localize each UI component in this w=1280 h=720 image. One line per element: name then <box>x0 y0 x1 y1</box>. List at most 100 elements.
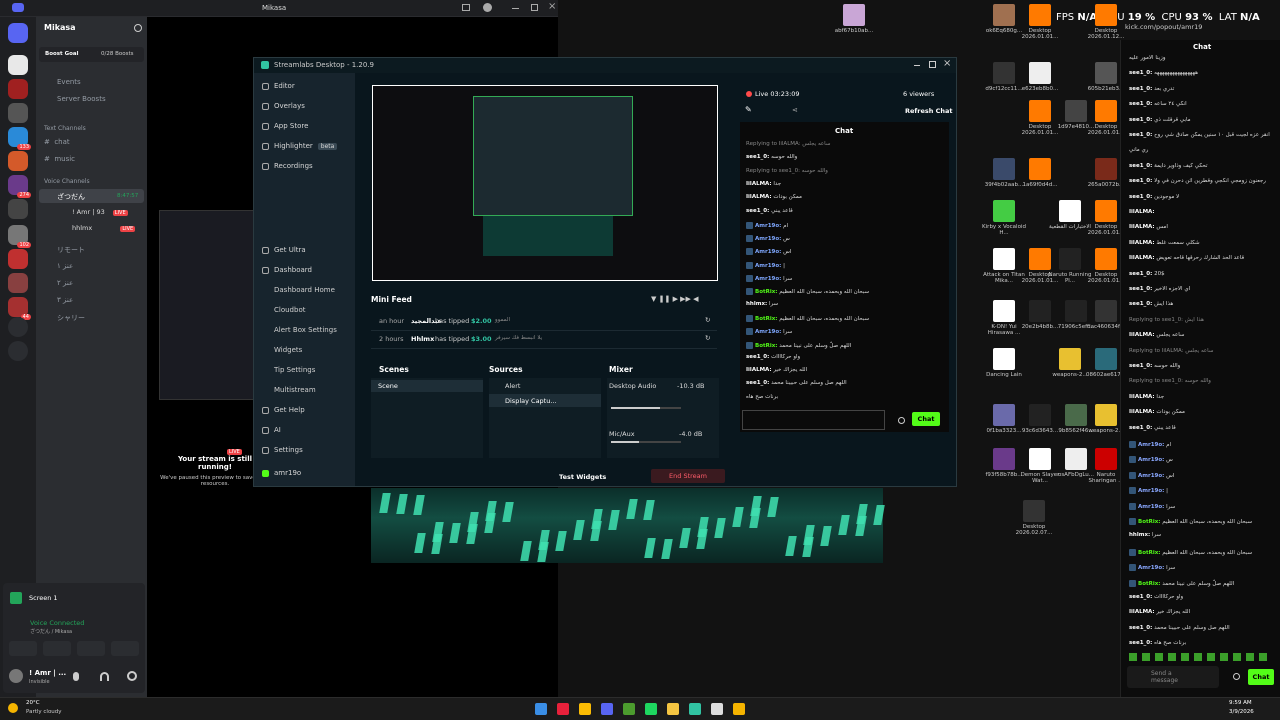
nav-dashboard[interactable]: Dashboard <box>262 266 312 274</box>
server-icon[interactable] <box>8 103 28 123</box>
voice-channel-active[interactable]: ざつだん 8:47:57 <box>39 189 144 203</box>
avatar[interactable] <box>9 669 23 683</box>
nav-tip-settings[interactable]: Tip Settings <box>274 366 315 374</box>
minimize-icon[interactable] <box>914 65 920 66</box>
discover-icon[interactable] <box>8 341 28 361</box>
text-channels-header[interactable]: Text Channels <box>44 125 86 132</box>
clock-time[interactable]: 9:59 AM <box>1229 700 1252 706</box>
server-icon[interactable]: 274 <box>8 175 31 198</box>
channel-chat[interactable]: # chat <box>44 138 70 146</box>
desktop-icon[interactable]: Desktop 2026.02.07... <box>1012 500 1056 537</box>
inbox-icon[interactable] <box>462 4 470 11</box>
nav-get-ultra[interactable]: Get Ultra <box>262 246 306 254</box>
mixer-slider[interactable] <box>611 407 681 409</box>
nav-widgets[interactable]: Widgets <box>274 346 302 354</box>
windows-icon[interactable] <box>535 703 547 715</box>
nav-multistream[interactable]: Multistream <box>274 386 316 394</box>
share-icon[interactable]: ⋖ <box>792 106 798 114</box>
voice-channel-3[interactable]: عنز ١ <box>44 262 73 270</box>
nav-recordings[interactable]: Recordings <box>262 162 313 170</box>
maximize-icon[interactable] <box>531 4 538 11</box>
weather-desc[interactable]: Partly cloudy <box>26 709 62 715</box>
minimize-icon[interactable] <box>512 8 519 9</box>
server-icon[interactable]: 44 <box>8 297 31 320</box>
capcut-icon[interactable] <box>711 703 723 715</box>
server-icon[interactable] <box>8 151 28 171</box>
source-item[interactable]: Display Captu... <box>489 394 601 407</box>
nav-settings[interactable]: Settings <box>262 446 303 454</box>
nav-dashboard-home[interactable]: Dashboard Home <box>274 286 335 294</box>
gear-icon[interactable] <box>1233 673 1240 680</box>
opera-icon[interactable] <box>557 703 569 715</box>
desktop-icon[interactable]: e623eb8b0... <box>1018 62 1062 92</box>
refresh-chat-button[interactable]: Refresh Chat <box>905 107 953 115</box>
screen-share-bar[interactable]: Screen 1 <box>7 589 141 607</box>
test-widgets-button[interactable]: Test Widgets <box>559 473 606 481</box>
account-item[interactable]: amr19o <box>262 469 301 477</box>
voice-user-1[interactable]: ! Amr | 93 LIVE <box>58 208 128 216</box>
streamlabs-icon[interactable] <box>689 703 701 715</box>
discord-icon[interactable] <box>601 703 613 715</box>
server-icon[interactable]: 102 <box>8 225 31 248</box>
nav-highlighter[interactable]: Highlighter beta <box>262 142 338 150</box>
scene-item[interactable]: Scene <box>371 380 483 392</box>
nav-get-help[interactable]: Get Help <box>262 406 305 414</box>
maximize-icon[interactable] <box>929 61 936 68</box>
nav-cloudbot[interactable]: Cloudbot <box>274 306 305 314</box>
desktop-icon[interactable]: Kirby x Vocaloid H... <box>982 200 1026 237</box>
minecraft-icon[interactable] <box>623 703 635 715</box>
server-icon[interactable] <box>8 55 28 75</box>
events-item[interactable]: Events <box>44 78 81 86</box>
server-icon[interactable] <box>8 273 28 293</box>
server-icon[interactable] <box>8 249 28 269</box>
desktop-icon[interactable]: Dancing Lain <box>982 348 1026 378</box>
popout-chat-button[interactable]: Chat <box>1248 669 1274 685</box>
server-icon[interactable]: 133 <box>8 127 31 150</box>
spotify-icon[interactable] <box>645 703 657 715</box>
gear-icon[interactable] <box>127 671 137 681</box>
mini-feed-controls[interactable]: ▼ ❚❚ ▶ ▶▶ ◀ <box>651 295 721 303</box>
help-icon[interactable] <box>483 3 492 12</box>
invite-icon[interactable] <box>134 24 142 32</box>
voice-channel-5[interactable]: عنز ٣ <box>44 296 73 304</box>
app-icon[interactable] <box>733 703 745 715</box>
voice-channel-6[interactable]: シャリー <box>44 313 85 323</box>
headphones-icon[interactable] <box>100 672 109 681</box>
nav-app-store[interactable]: App Store <box>262 122 308 130</box>
share-screen-button[interactable] <box>43 641 71 656</box>
add-server-icon[interactable] <box>8 317 28 337</box>
soundboard-button[interactable] <box>111 641 139 656</box>
clock-date[interactable]: 3/9/2026 <box>1229 709 1254 715</box>
boost-goal[interactable]: Boost Goal 0/28 Boosts <box>39 47 144 62</box>
server-icon[interactable] <box>8 79 28 99</box>
chat-send-button[interactable]: Chat <box>912 412 940 426</box>
desktop-icon[interactable]: abf67b10ab... <box>832 4 876 34</box>
weather-temp[interactable]: 20°C <box>26 700 40 706</box>
mic-icon[interactable] <box>73 672 79 681</box>
repeat-icon[interactable]: ↻ <box>705 334 710 342</box>
source-item[interactable]: Alert <box>489 380 601 392</box>
voice-channel-4[interactable]: عنز ٢ <box>44 279 73 287</box>
activity-button[interactable] <box>77 641 105 656</box>
repeat-icon[interactable]: ↻ <box>705 316 710 324</box>
nav-alert-box[interactable]: Alert Box Settings <box>274 326 337 334</box>
stream-preview-thumb[interactable] <box>159 210 267 400</box>
desktop-icon[interactable]: 1a69f0d4d... <box>1018 158 1062 188</box>
gear-icon[interactable] <box>898 417 905 424</box>
voice-user-2[interactable]: hhlmx LIVE <box>58 224 136 232</box>
server-header[interactable]: Mikasa <box>44 23 76 32</box>
desktop-icon[interactable]: Desktop 2026.01.12... <box>1084 4 1128 41</box>
minecraft-window[interactable] <box>371 488 885 563</box>
pencil-icon[interactable]: ✎ <box>745 105 752 114</box>
send-message-input[interactable]: Send a message <box>1127 666 1219 688</box>
server-icon[interactable] <box>8 23 28 43</box>
chrome-icon[interactable] <box>579 703 591 715</box>
mixer-slider[interactable] <box>611 441 681 443</box>
end-stream-button[interactable]: End Stream <box>651 469 725 483</box>
close-icon[interactable]: × <box>548 1 556 12</box>
channel-music[interactable]: # music <box>44 155 75 163</box>
chat-input[interactable] <box>742 410 885 430</box>
nav-overlays[interactable]: Overlays <box>262 102 305 110</box>
nav-ai[interactable]: AI <box>262 426 281 434</box>
camera-button[interactable] <box>9 641 37 656</box>
